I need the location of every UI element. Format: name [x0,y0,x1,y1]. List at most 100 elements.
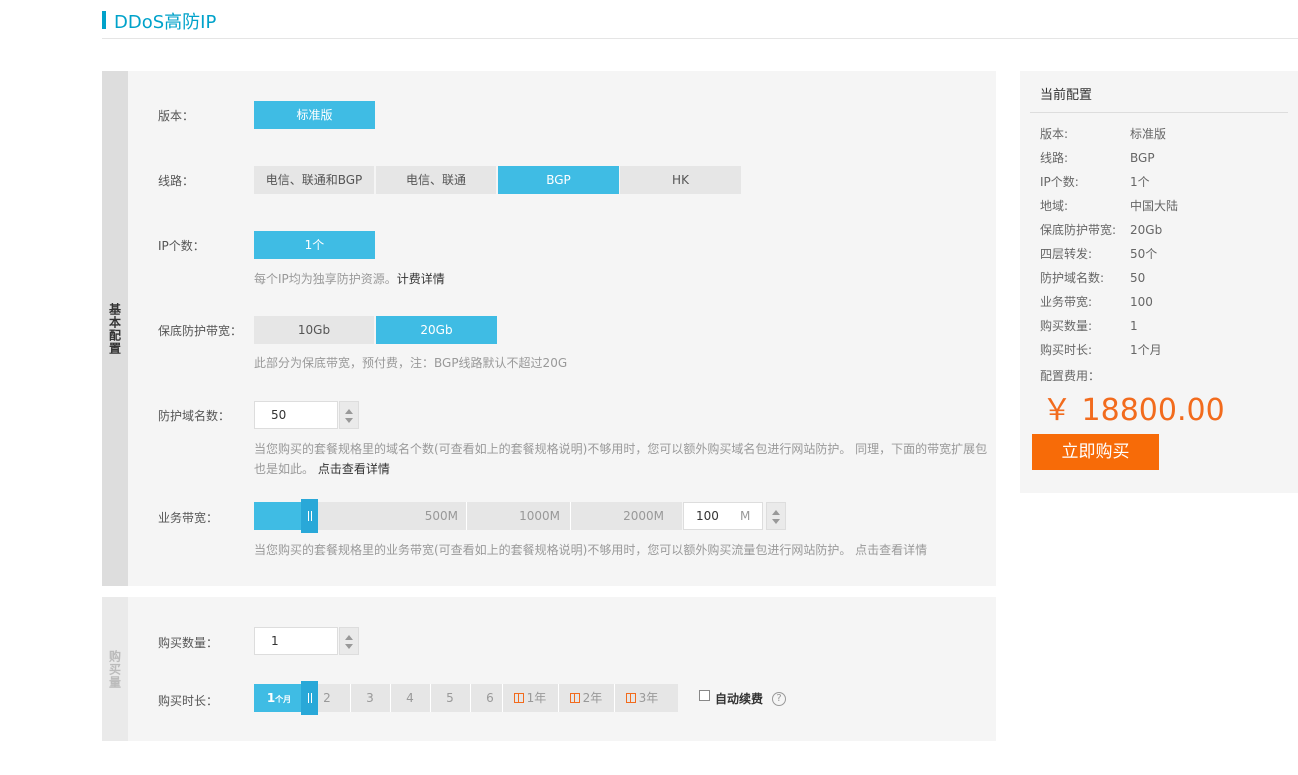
line-option-bgp[interactable]: BGP [498,166,619,194]
biz-bandwidth-input[interactable]: 100 M [683,502,763,530]
summary-key: 防护域名数: [1040,271,1105,285]
biz-bandwidth-hint: 当您购买的套餐规格里的业务带宽(可查看如上的套餐规格说明)不够用时，您可以额外购… [254,543,928,557]
summary-row: 四层转发: 50个 [1040,245,1280,262]
section-label-basic: 基本配置 [107,302,122,355]
stepper-up-icon[interactable] [345,409,353,414]
duration-option-3year[interactable]: 3年 [614,684,670,712]
ip-count-hint: 每个IP均为独享防护资源。计费详情 [254,269,445,289]
version-label: 版本： [158,109,195,123]
tick-separator [570,502,571,530]
summary-divider [1030,112,1288,113]
biz-bandwidth-slider[interactable]: 500M 1000M 2000M [254,499,682,533]
summary-row: 线路: BGP [1040,149,1280,166]
summary-row: 购买时长: 1个月 [1040,341,1280,358]
stepper-up-icon[interactable] [345,635,353,640]
ip-count-option-1[interactable]: 1个 [254,231,375,259]
auto-renew-checkbox[interactable] [699,690,710,701]
buy-now-button[interactable]: 立即购买 [1032,434,1159,470]
summary-value: 1个 [1130,175,1150,189]
stepper-down-icon[interactable] [772,519,780,524]
title-accent-bar [102,11,106,29]
duration-option-3[interactable]: 3 [350,684,390,712]
summary-row: 保底防护带宽: 20Gb [1040,221,1280,238]
summary-key: 购买数量: [1040,319,1093,333]
page-title: DDoS高防IP [114,12,217,33]
stepper-down-icon[interactable] [345,644,353,649]
duration-selected-unit: 个月 [275,695,292,704]
title-divider [102,38,1298,39]
summary-value: 50 [1130,271,1146,285]
duration-2year-label: 2年 [582,691,603,705]
billing-details-link[interactable]: 计费详情 [397,272,445,286]
gift-icon [625,693,636,703]
line-option-telecom-unicom[interactable]: 电信、联通 [376,166,496,194]
biz-bandwidth-stepper[interactable] [766,502,786,530]
summary-value: 100 [1130,295,1153,309]
summary-value: 中国大陆 [1130,199,1179,213]
help-icon[interactable]: ? [772,692,786,706]
summary-key: 四层转发: [1040,247,1093,261]
bandwidth-hint: 此部分为保底带宽，预付费，注：BGP线路默认不超过20G [254,356,568,370]
ip-count-hint-text: 每个IP均为独享防护资源。 [254,272,397,286]
duration-label: 购买时长： [158,694,219,708]
duration-1year-label: 1年 [526,691,547,705]
tick-2000m: 2000M [623,509,664,523]
summary-key: IP个数: [1040,175,1079,189]
summary-row: 版本: 标准版 [1040,125,1280,142]
line-label: 线路： [158,174,195,188]
biz-bandwidth-label: 业务带宽： [158,511,219,525]
tick-1000m: 1000M [519,509,560,523]
duration-selected-value: 1 [266,691,276,705]
duration-option-2year[interactable]: 2年 [558,684,614,712]
section-label-purchase: 购买量 [107,649,122,689]
duration-slider-handle[interactable] [301,681,318,715]
tick-500m: 500M [424,509,458,523]
gift-icon [513,693,524,703]
slider-handle[interactable] [301,499,318,533]
summary-key: 线路: [1040,151,1069,165]
auto-renew-label[interactable]: 自动续费 [715,690,763,707]
duration-option-5[interactable]: 5 [430,684,470,712]
stepper-down-icon[interactable] [345,418,353,423]
domains-stepper[interactable] [339,401,359,429]
domains-hint: 当您购买的套餐规格里的域名个数(可查看如上的套餐规格说明)不够用时，您可以额外购… [254,439,990,479]
summary-key: 版本: [1040,127,1069,141]
summary-value: 标准版 [1130,127,1167,141]
summary-value: 1个月 [1130,343,1162,357]
summary-row: 购买数量: 1 [1040,317,1280,334]
stepper-up-icon[interactable] [772,510,780,515]
basic-config-panel: 版本： 标准版 线路： 电信、联通和BGP 电信、联通 BGP HK IP个数：… [128,71,996,586]
summary-value: BGP [1130,151,1155,165]
quantity-stepper[interactable] [339,627,359,655]
biz-bandwidth-unit: M [740,509,751,523]
bandwidth-option-10gb[interactable]: 10Gb [254,316,374,344]
summary-row: 业务带宽: 100 [1040,293,1280,310]
slider-fill [254,502,306,530]
duration-option-1year[interactable]: 1年 [502,684,558,712]
summary-key: 业务带宽: [1040,295,1093,309]
duration-option-2[interactable]: 2 [320,684,334,712]
summary-value: 1 [1130,319,1138,333]
quantity-input[interactable]: 1 [254,627,338,655]
domains-input[interactable]: 50 [254,401,338,429]
summary-row: 防护域名数: 50 [1040,269,1280,286]
gift-icon [569,693,580,703]
duration-option-4[interactable]: 4 [390,684,430,712]
line-option-telecom-unicom-bgp[interactable]: 电信、联通和BGP [254,166,374,194]
summary-title: 当前配置 [1040,88,1093,103]
version-option-standard[interactable]: 标准版 [254,101,375,129]
bandwidth-option-20gb[interactable]: 20Gb [376,316,497,344]
duration-selected: 1个月 [254,684,304,712]
summary-value: 50个 [1130,247,1158,261]
duration-slider[interactable]: 1个月 2 3 4 5 6 1年 2年 3年 [254,681,678,715]
tick-separator [466,502,467,530]
quantity-label: 购买数量： [158,636,219,650]
domains-details-link[interactable]: 点击查看详情 [318,462,390,476]
summary-key: 保底防护带宽: [1040,223,1117,237]
duration-3year-label: 3年 [638,691,659,705]
summary-key: 购买时长: [1040,343,1093,357]
section-tab-basic: 基本配置 [102,71,128,586]
summary-row: 地域: 中国大陆 [1040,197,1280,214]
ip-count-label: IP个数： [158,239,205,253]
line-option-hk[interactable]: HK [620,166,741,194]
